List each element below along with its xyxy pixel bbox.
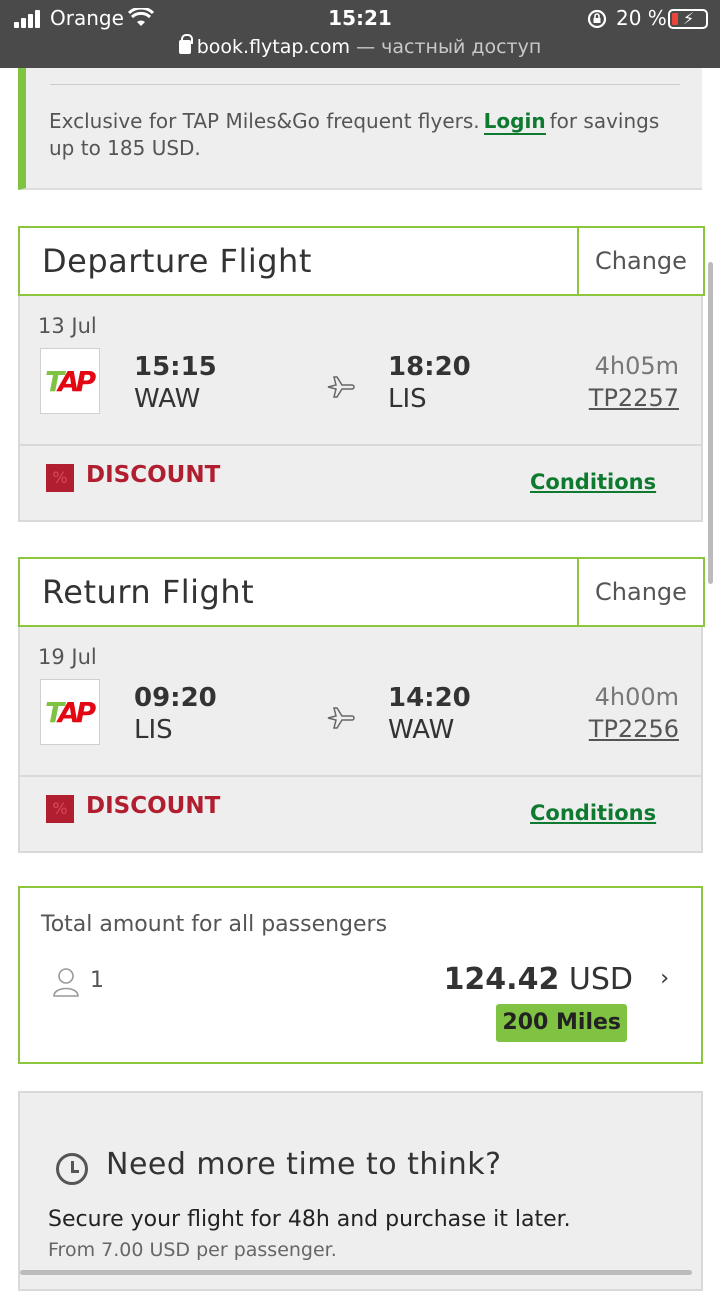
- battery-percent: 20 %: [616, 6, 667, 30]
- flight-number-link[interactable]: TP2257: [589, 384, 679, 412]
- price-currency: USD: [568, 962, 633, 997]
- divider: [20, 444, 701, 446]
- change-return-button[interactable]: Change: [577, 559, 703, 625]
- lock-icon: [178, 34, 193, 54]
- vertical-scrollbar[interactable]: [708, 262, 713, 584]
- total-label: Total amount for all passengers: [41, 912, 388, 937]
- url-note: — частный доступ: [350, 36, 542, 58]
- promo-text: Exclusive for TAP Miles&Go frequent flye…: [49, 108, 679, 162]
- arrival-time: 18:20: [388, 352, 471, 382]
- flight-duration: 4h00m: [594, 683, 679, 711]
- change-departure-button[interactable]: Change: [577, 228, 703, 294]
- login-link[interactable]: Login: [483, 109, 546, 135]
- tap-logo: TAP: [40, 679, 100, 745]
- person-icon: [53, 968, 79, 997]
- arrival-time: 14:20: [388, 683, 471, 713]
- flight-number-link[interactable]: TP2256: [589, 715, 679, 743]
- status-bar: Orange 15:21 20 % ⚡ book.flytap.com — ча…: [0, 0, 720, 68]
- total-price: 124.42 USD: [444, 962, 633, 997]
- plane-icon: [327, 707, 355, 729]
- arrival-airport: LIS: [388, 384, 427, 414]
- fare-type: DISCOUNT: [86, 462, 221, 488]
- departure-flight-title: Departure Flight: [42, 242, 312, 280]
- flight-date: 19 Jul: [38, 645, 97, 669]
- price-value: 124.42: [443, 962, 560, 997]
- hold-heading: Need more time to think?: [106, 1147, 502, 1182]
- address-bar[interactable]: book.flytap.com — частный доступ: [0, 34, 720, 58]
- return-flight-card: Return Flight Change 19 Jul TAP 09:20 LI…: [18, 557, 705, 853]
- passenger-count: 1: [90, 968, 104, 993]
- clock-icon: [56, 1153, 88, 1185]
- url-host: book.flytap.com: [196, 36, 351, 58]
- discount-percent-icon: %: [46, 795, 74, 823]
- departure-time: 15:15: [134, 352, 217, 382]
- hold-flight-card: Need more time to think? Secure your fli…: [18, 1091, 703, 1291]
- plane-icon: [327, 376, 355, 398]
- chevron-right-icon[interactable]: ›: [660, 966, 669, 991]
- hold-description: Secure your flight for 48h and purchase …: [48, 1207, 571, 1232]
- total-amount-card[interactable]: Total amount for all passengers 1 124.42…: [18, 886, 703, 1064]
- return-flight-title: Return Flight: [42, 573, 255, 611]
- horizontal-scrollbar[interactable]: [20, 1270, 692, 1275]
- rotation-lock-icon: [587, 9, 607, 29]
- discount-percent-icon: %: [46, 464, 74, 492]
- flight-duration: 4h05m: [594, 352, 679, 380]
- miles-badge: 200 Miles: [496, 1004, 627, 1042]
- departure-airport: WAW: [134, 384, 201, 414]
- departure-flight-card: Departure Flight Change 13 Jul TAP 15:15…: [18, 226, 705, 522]
- miles-promo-banner: Exclusive for TAP Miles&Go frequent flye…: [18, 68, 702, 190]
- status-time: 15:21: [328, 6, 392, 30]
- divider: [20, 775, 701, 777]
- flight-date: 13 Jul: [38, 314, 97, 338]
- hold-price-note: From 7.00 USD per passenger.: [48, 1239, 337, 1261]
- return-flight-header: Return Flight Change: [18, 557, 705, 627]
- departure-airport: LIS: [134, 715, 173, 745]
- conditions-link[interactable]: Conditions: [530, 470, 656, 494]
- battery-icon: ⚡: [668, 9, 708, 29]
- departure-flight-header: Departure Flight Change: [18, 226, 705, 296]
- promo-text-before: Exclusive for TAP Miles&Go frequent flye…: [49, 109, 480, 133]
- arrival-airport: WAW: [388, 715, 455, 745]
- fare-type: DISCOUNT: [86, 793, 221, 819]
- tap-logo: TAP: [40, 348, 100, 414]
- divider: [50, 84, 680, 85]
- conditions-link[interactable]: Conditions: [530, 801, 656, 825]
- departure-time: 09:20: [134, 683, 217, 713]
